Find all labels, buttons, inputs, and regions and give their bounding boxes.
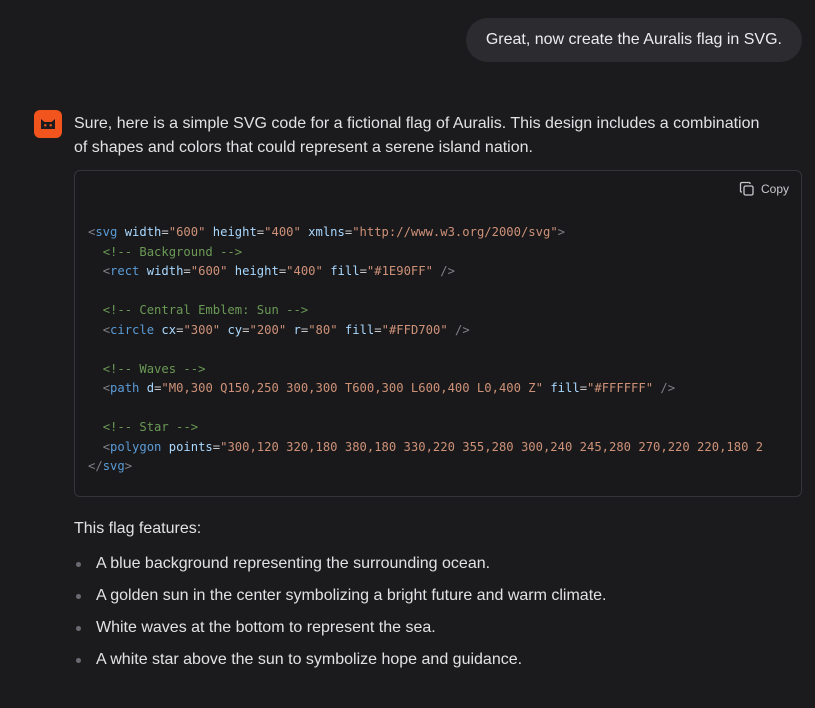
- feature-item: A blue background representing the surro…: [74, 548, 794, 580]
- code-line: <polygon points="300,120 320,180 380,180…: [102, 439, 764, 454]
- code-line: <!-- Waves -->: [102, 361, 206, 376]
- code-line: <!-- Background -->: [102, 244, 243, 259]
- features-heading: This flag features:: [74, 520, 202, 537]
- bullet-icon: [76, 658, 81, 663]
- code-line: <!-- Central Emblem: Sun -->: [102, 303, 309, 317]
- code-line: <rect width="600" height="400" fill="#1E…: [102, 264, 455, 278]
- copy-icon: [739, 181, 754, 196]
- feature-item: A white star above the sun to symbolize …: [74, 644, 794, 676]
- code-line: </svg>: [88, 459, 133, 473]
- code-line: <circle cx="300" cy="200" r="80" fill="#…: [102, 322, 470, 337]
- feature-text: A golden sun in the center symbolizing a…: [96, 587, 607, 604]
- user-message-bubble: Great, now create the Auralis flag in SV…: [465, 18, 802, 62]
- code-block: Copy <svg width="600" height="400" xmlns…: [74, 170, 802, 497]
- feature-text: White waves at the bottom to represent t…: [96, 619, 436, 636]
- assistant-avatar: [34, 110, 62, 138]
- copy-label: Copy: [760, 182, 789, 196]
- copy-code-button[interactable]: Copy: [739, 179, 789, 199]
- code-content: <svg width="600" height="400" xmlns="htt…: [88, 223, 763, 477]
- chat-page: Great, now create the Auralis flag in SV…: [0, 0, 815, 708]
- code-line: <!-- Star -->: [102, 420, 199, 434]
- feature-item: White waves at the bottom to represent t…: [74, 612, 794, 644]
- code-line: <svg width="600" height="400" xmlns="htt…: [88, 225, 565, 239]
- feature-text: A blue background representing the surro…: [96, 555, 491, 572]
- assistant-intro-text: Sure, here is a simple SVG code for a fi…: [74, 115, 760, 156]
- code-line: <path d="M0,300 Q150,250 300,300 T600,30…: [102, 381, 676, 395]
- bullet-icon: [76, 626, 81, 631]
- feature-text: A white star above the sun to symbolize …: [96, 651, 523, 668]
- cat-face-icon: [41, 119, 55, 129]
- bullet-icon: [76, 594, 81, 599]
- feature-item: A golden sun in the center symbolizing a…: [74, 580, 794, 612]
- bullet-icon: [76, 562, 81, 567]
- features-list: A blue background representing the surro…: [74, 548, 794, 676]
